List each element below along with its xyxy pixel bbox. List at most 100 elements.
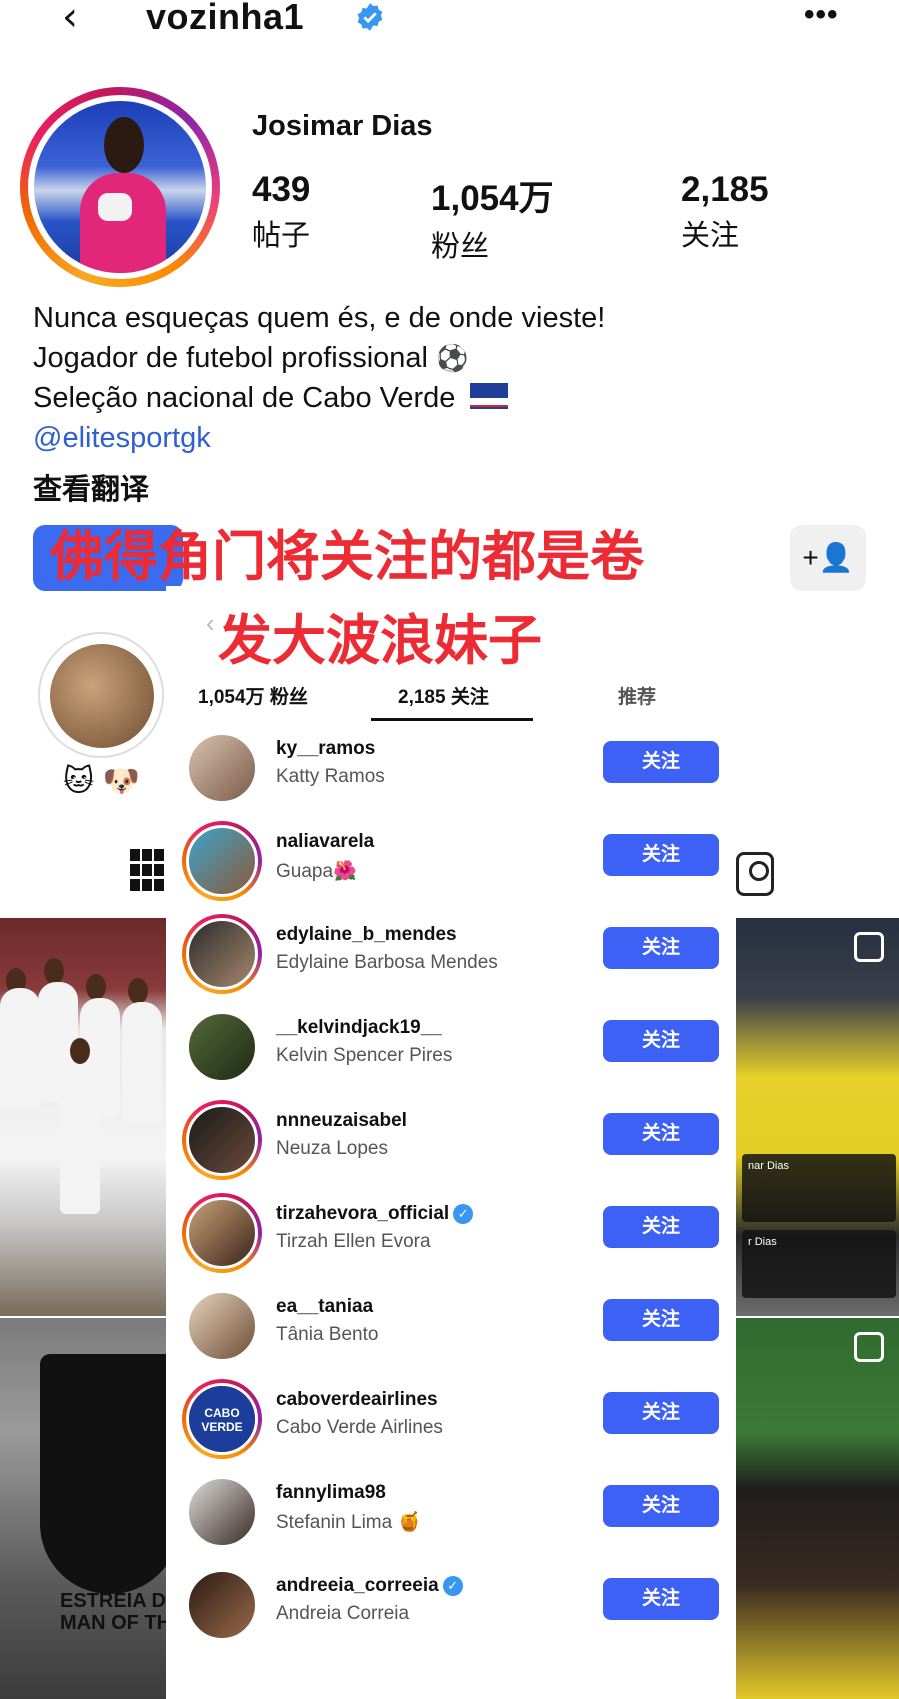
posts-count[interactable]: 439 帖子 [252,170,310,254]
following-avatar[interactable] [182,1007,262,1087]
following-row[interactable]: ky__ramos Katty Ramos 关注 [166,720,736,814]
follow-user-button[interactable]: 关注 [603,1206,719,1248]
following-row[interactable]: naliavarela Guapa🌺 关注 [166,813,736,907]
following-row[interactable]: nnneuzaisabel Neuza Lopes 关注 [166,1092,736,1186]
following-avatar[interactable] [182,1193,262,1273]
following-avatar[interactable] [182,914,262,994]
following-full-name: Katty Ramos [276,766,385,787]
following-avatar[interactable] [182,1100,262,1180]
verified-badge-icon [357,3,383,31]
avatar [186,825,258,897]
follow-user-button[interactable]: 关注 [603,927,719,969]
profile-display-name: Josimar Dias [252,110,433,142]
follow-user-button[interactable]: 关注 [603,741,719,783]
following-handle-text: tirzahevora_official [276,1203,450,1224]
gk-card-name-1: nar Dias [748,1160,789,1172]
see-translation-link[interactable]: 查看翻译 [33,466,149,508]
followers-count[interactable]: 1,054万 粉丝 [431,170,554,265]
grid-post-team-photo[interactable] [0,918,166,1316]
profile-avatar[interactable] [20,87,220,287]
follow-user-button[interactable]: 关注 [603,1113,719,1155]
following-handle-text: ky__ramos [276,738,376,759]
following-list-panel: ‹ 1,054万 粉丝 2,185 关注 推荐 ky__ramos Katty R… [166,586,736,1699]
bio-line-2-text: Jogador de futebol profissional [33,342,428,374]
tab-followers[interactable]: 1,054万 粉丝 [198,682,308,709]
following-row[interactable]: tirzahevora_official ✓ Tirzah Ellen Evora 关… [166,1185,736,1279]
following-handle-text: __kelvindjack19__ [276,1017,442,1038]
avatar [186,1476,258,1548]
following-handle[interactable]: __kelvindjack19__ [276,1017,442,1039]
follow-user-button[interactable]: 关注 [603,1020,719,1062]
following-handle[interactable]: edylaine_b_mendes [276,924,457,946]
following-row[interactable]: fannylima98 Stefanin Lima 🍯 关注 [166,1464,736,1558]
following-handle-text: edylaine_b_mendes [276,924,457,945]
following-row[interactable]: ea__taniaa Tânia Bento 关注 [166,1278,736,1372]
back-arrow-icon[interactable]: ‹ [62,0,78,37]
story-highlight[interactable] [38,632,164,758]
following-avatar[interactable] [182,1472,262,1552]
grid-post-hug-photo[interactable] [736,1318,899,1699]
highlight-photo [50,644,154,748]
suggest-user-button[interactable]: +👤 [790,525,866,591]
avatar [186,918,258,990]
following-avatar[interactable] [182,1565,262,1645]
following-row[interactable]: andreeia_correeia ✓ Andreia Correia 关注 [166,1557,736,1651]
following-handle[interactable]: ea__taniaa [276,1296,373,1318]
following-handle-text: ea__taniaa [276,1296,374,1317]
grid-post-goalkeeper-photo[interactable]: nar Dias r Dias [736,918,899,1316]
follow-user-button[interactable]: 关注 [603,1392,719,1434]
following-handle[interactable]: fannylima98 [276,1482,386,1504]
verified-badge-icon: ✓ [442,1576,463,1596]
bio-line-3-text: Seleção nacional de Cabo Verde [33,382,456,414]
bio-line-1: Nunca esqueças quem és, e de onde vieste… [33,302,606,334]
following-handle-text: fannylima98 [276,1482,386,1503]
grid-post-award-photo[interactable]: ESTREIA DE C MAN OF TH [0,1318,166,1699]
bio-link[interactable]: @elitesportgk [33,422,211,455]
following-full-name: Stefanin Lima 🍯 [276,1512,422,1533]
following-count-value: 2,185 [681,170,769,209]
following-full-name: Guapa🌺 [276,861,357,882]
avatar [186,1197,258,1269]
highlight-label: 🐱 🐶 [63,765,140,798]
following-count[interactable]: 2,185 关注 [681,170,769,254]
following-row[interactable]: edylaine_b_mendes Edylaine Barbosa Mendes… [166,906,736,1000]
follow-user-button[interactable]: 关注 [603,834,719,876]
following-handle[interactable]: caboverdeairlines [276,1389,438,1411]
top-bar: ‹ vozinha1 ••• [0,0,899,40]
award-caption-line-1: ESTREIA DE C [60,1590,166,1612]
following-avatar[interactable] [182,821,262,901]
panel-back-icon[interactable]: ‹ [206,608,215,639]
bio-line-2: Jogador de futebol profissional ⚽ [33,342,468,375]
following-full-name: Tirzah Ellen Evora [276,1231,431,1252]
more-options-icon[interactable]: ••• [804,0,839,32]
following-avatar[interactable]: CABO VERDE [182,1379,262,1459]
following-handle[interactable]: naliavarela [276,831,374,853]
tab-suggested[interactable]: 推荐 [618,682,656,709]
following-handle[interactable]: ky__ramos [276,738,375,760]
profile-username: vozinha1 [146,0,305,37]
posts-count-label: 帖子 [252,220,311,252]
following-full-name: Tânia Bento [276,1324,379,1345]
following-avatar[interactable] [182,728,262,808]
following-handle[interactable]: andreeia_correeia ✓ [276,1575,463,1597]
annotation-line-1: 佛得角门将关注的都是卷 [50,525,644,588]
annotation-line-2: 发大波浪妹子 [218,609,542,672]
multi-post-icon [854,1332,884,1362]
following-handle[interactable]: nnneuzaisabel [276,1110,407,1132]
following-full-name: Neuza Lopes [276,1138,388,1159]
tagged-tab-icon[interactable] [736,852,774,896]
follow-user-button[interactable]: 关注 [603,1578,719,1620]
avatar: CABO VERDE [186,1383,258,1455]
gk-card-name-2: r Dias [748,1236,777,1248]
following-handle[interactable]: tirzahevora_official ✓ [276,1203,474,1225]
avatar [186,1011,258,1083]
award-caption-line-2: MAN OF TH [60,1612,166,1634]
posts-grid-tab-icon[interactable] [130,848,168,894]
bio-line-3: Seleção nacional de Cabo Verde [33,382,508,415]
following-avatar[interactable] [182,1286,262,1366]
follow-user-button[interactable]: 关注 [603,1485,719,1527]
follow-user-button[interactable]: 关注 [603,1299,719,1341]
tab-following[interactable]: 2,185 关注 [398,682,489,709]
following-row[interactable]: CABO VERDE caboverdeairlines Cabo Verde Air… [166,1371,736,1465]
following-row[interactable]: __kelvindjack19__ Kelvin Spencer Pires 关注 [166,999,736,1093]
